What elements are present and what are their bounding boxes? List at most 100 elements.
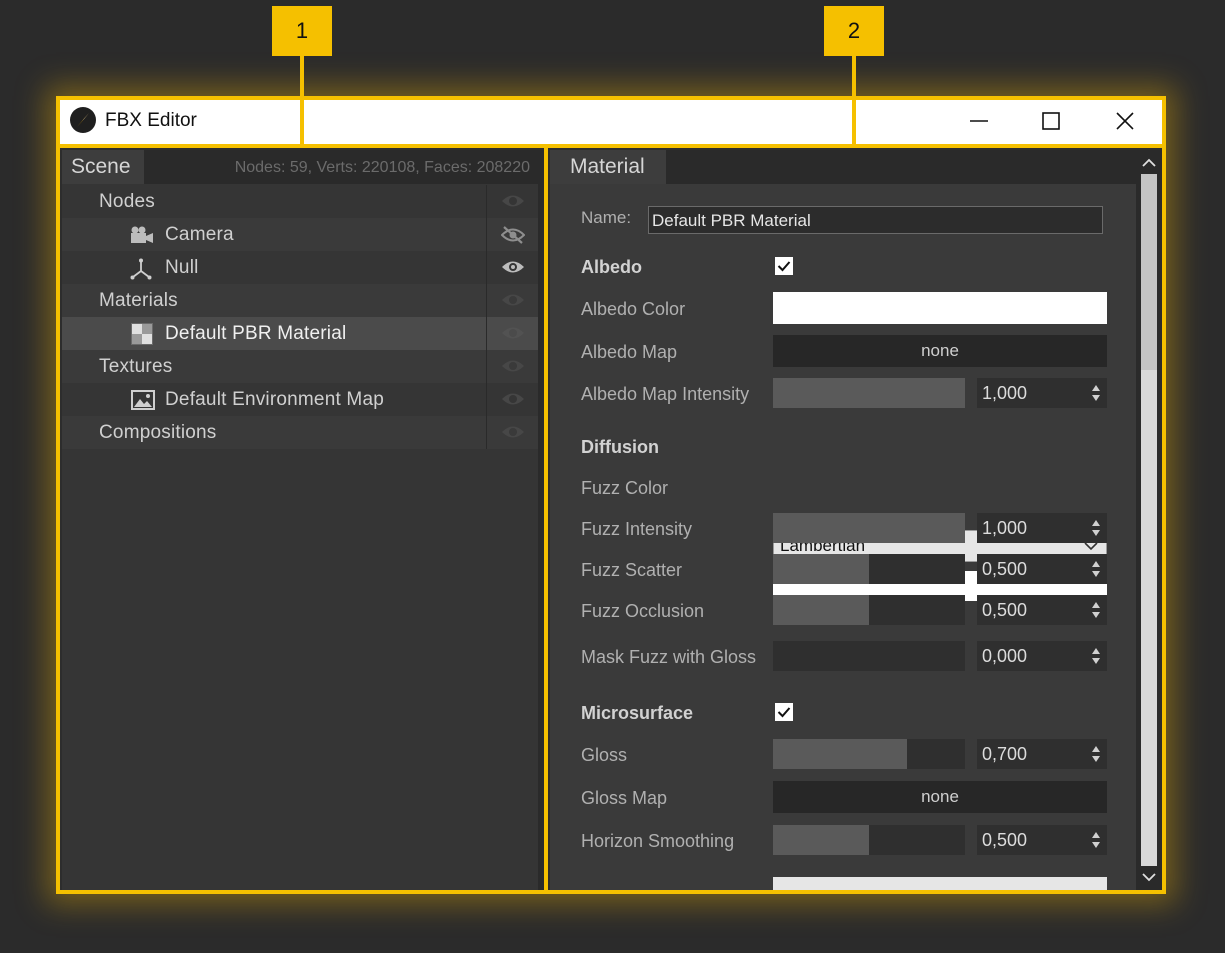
fuzz-scatter-slider[interactable] [773, 554, 965, 584]
tree-item-compositions[interactable]: Compositions [62, 416, 538, 449]
close-button[interactable] [1090, 96, 1160, 146]
material-checker-icon [131, 323, 153, 345]
tree-item-nodes[interactable]: Nodes [62, 185, 538, 218]
albedo-color-swatch[interactable] [773, 292, 1107, 324]
spinner-arrows-icon[interactable] [1091, 745, 1101, 763]
gloss-slider[interactable] [773, 739, 965, 769]
tree-item-null[interactable]: Null [62, 251, 538, 284]
fbx-editor-window: FBX Editor Scene Nodes: 59, Verts: 22010… [56, 96, 1166, 894]
tree-item-label: Default Environment Map [165, 389, 384, 410]
null-axes-icon [130, 258, 152, 280]
eye-icon [502, 294, 524, 306]
tree-item-camera[interactable]: Camera [62, 218, 538, 251]
window-title: FBX Editor [105, 110, 197, 131]
gloss-map-slot[interactable]: none [773, 781, 1107, 813]
spinner-arrows-icon[interactable] [1091, 560, 1101, 578]
spinner-arrows-icon[interactable] [1091, 384, 1101, 402]
next-section-control[interactable] [773, 877, 1107, 890]
albedo-map-intensity-slider[interactable] [773, 378, 965, 408]
spinbox-value: 0,500 [982, 600, 1028, 620]
visibility-toggle[interactable] [486, 251, 539, 284]
fuzz-intensity-spinbox[interactable]: 1,000 [977, 513, 1107, 543]
eye-icon [502, 195, 524, 207]
material-name-input[interactable]: Default PBR Material [648, 206, 1103, 234]
visibility-toggle[interactable] [486, 416, 539, 449]
tab-scene[interactable]: Scene [62, 150, 144, 184]
microsurface-checkbox[interactable] [775, 703, 793, 721]
albedo-checkbox[interactable] [775, 257, 793, 275]
minimize-icon [970, 120, 988, 122]
section-microsurface: Microsurface [581, 703, 694, 723]
scroll-thumb[interactable] [1141, 174, 1157, 370]
eye-icon [502, 261, 524, 273]
visibility-toggle[interactable] [486, 284, 539, 317]
fuzz-scatter-spinbox[interactable]: 0,500 [977, 554, 1107, 584]
spinbox-value: 0,500 [982, 830, 1028, 850]
eye-icon [502, 360, 524, 372]
fuzz-occlusion-label: Fuzz Occlusion [581, 601, 705, 621]
image-icon [131, 390, 155, 410]
section-albedo: Albedo [581, 257, 642, 277]
mask-fuzz-slider[interactable] [773, 641, 965, 671]
material-scrollbar[interactable] [1136, 150, 1162, 890]
slider-fill [773, 825, 869, 855]
gloss-spinbox[interactable]: 0,700 [977, 739, 1107, 769]
gloss-map-label: Gloss Map [581, 788, 668, 808]
scene-stats: Nodes: 59, Verts: 220108, Faces: 208220 [234, 159, 530, 176]
visibility-toggle[interactable] [486, 350, 539, 383]
spinner-arrows-icon[interactable] [1091, 601, 1101, 619]
minimize-button[interactable] [944, 96, 1014, 146]
eye-icon [502, 393, 524, 405]
horizon-smoothing-spinbox[interactable]: 0,500 [977, 825, 1107, 855]
slider-fill [773, 739, 908, 769]
slider-fill [773, 595, 869, 625]
spinbox-value: 0,700 [982, 744, 1028, 764]
camera-icon [131, 226, 153, 243]
slider-fill [773, 378, 965, 408]
app-logo-icon [70, 107, 96, 133]
visibility-toggle[interactable] [486, 383, 539, 416]
close-icon [1116, 112, 1134, 130]
callout-line-2 [852, 56, 856, 148]
title-bar[interactable]: FBX Editor [56, 96, 1166, 146]
material-header: Material [550, 150, 1136, 184]
fuzz-occlusion-spinbox[interactable]: 0,500 [977, 595, 1107, 625]
fuzz-intensity-slider[interactable] [773, 513, 965, 543]
tree-item-default-environment-map[interactable]: Default Environment Map [62, 383, 538, 416]
visibility-toggle[interactable] [486, 185, 539, 218]
scene-tree: Nodes Camera Null Materials Default PBR … [62, 185, 538, 449]
tab-material[interactable]: Material [550, 150, 666, 184]
scene-header: Scene Nodes: 59, Verts: 220108, Faces: 2… [62, 150, 538, 184]
scroll-down-icon[interactable] [1140, 868, 1158, 886]
slider-fill [773, 513, 965, 543]
tree-item-label: Camera [165, 224, 234, 245]
scene-panel: Scene Nodes: 59, Verts: 220108, Faces: 2… [62, 150, 538, 890]
tree-item-label: Nodes [99, 191, 155, 212]
tree-item-label: Textures [99, 356, 173, 377]
visibility-toggle[interactable] [486, 317, 539, 350]
mask-fuzz-spinbox[interactable]: 0,000 [977, 641, 1107, 671]
horizon-smoothing-slider[interactable] [773, 825, 965, 855]
maximize-button[interactable] [1016, 96, 1086, 146]
tree-item-default-pbr-material[interactable]: Default PBR Material [62, 317, 538, 350]
tree-item-materials[interactable]: Materials [62, 284, 538, 317]
albedo-map-intensity-spinbox[interactable]: 1,000 [977, 378, 1107, 408]
tree-item-textures[interactable]: Textures [62, 350, 538, 383]
slider-fill [773, 554, 869, 584]
spinner-arrows-icon[interactable] [1091, 831, 1101, 849]
material-panel: Material Name: Default PBR Material Albe… [550, 150, 1136, 890]
fuzz-occlusion-slider[interactable] [773, 595, 965, 625]
name-label: Name: [581, 208, 632, 227]
visibility-toggle[interactable] [486, 218, 539, 251]
albedo-map-slot[interactable]: none [773, 335, 1107, 367]
spinbox-value: 1,000 [982, 518, 1028, 538]
panel-splitter[interactable] [538, 150, 548, 890]
spinner-arrows-icon[interactable] [1091, 519, 1101, 537]
spinbox-value: 0,500 [982, 559, 1028, 579]
scroll-up-icon[interactable] [1140, 154, 1158, 172]
fuzz-scatter-label: Fuzz Scatter [581, 560, 683, 580]
gloss-label: Gloss [581, 745, 628, 765]
callout-badge-1: 1 [272, 6, 332, 56]
spinbox-value: 1,000 [982, 383, 1028, 403]
spinner-arrows-icon[interactable] [1091, 647, 1101, 665]
